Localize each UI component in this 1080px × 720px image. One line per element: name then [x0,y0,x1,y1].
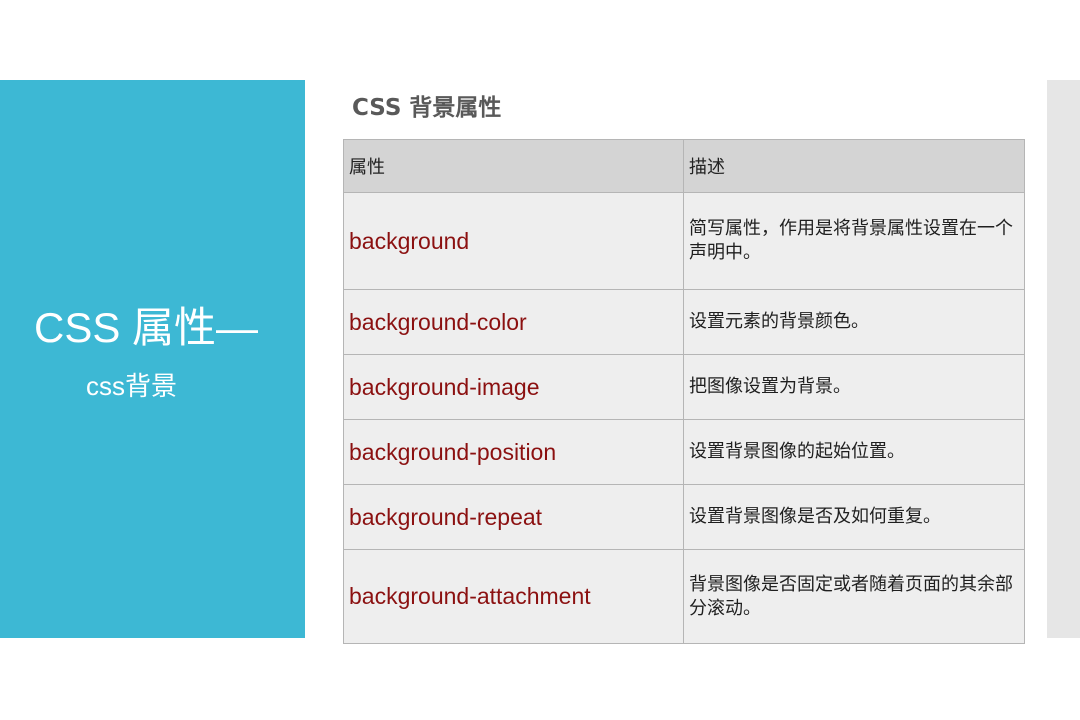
table-header-row: 属性 描述 [343,139,1025,193]
section-subtitle: css背景 [86,371,178,401]
property-name: background-repeat [343,484,684,550]
table-row: background 简写属性，作用是将背景属性设置在一个声明中。 [343,192,1025,290]
property-description: 简写属性，作用是将背景属性设置在一个声明中。 [683,192,1025,290]
property-description: 设置背景图像的起始位置。 [683,419,1025,485]
slide: CSS 属性— css背景 CSS 背景属性 属性 描述 background … [0,0,1080,720]
property-name: background [343,192,684,290]
section-title: CSS 属性— [34,304,259,351]
table-heading: CSS 背景属性 [352,95,502,121]
property-description: 设置元素的背景颜色。 [683,289,1025,355]
table-row: background-position 设置背景图像的起始位置。 [343,419,1025,485]
section-panel [0,80,305,638]
property-name: background-color [343,289,684,355]
property-description: 把图像设置为背景。 [683,354,1025,420]
property-description: 背景图像是否固定或者随着页面的其余部分滚动。 [683,549,1025,644]
table-row: background-repeat 设置背景图像是否及如何重复。 [343,484,1025,550]
header-description: 描述 [683,139,1025,193]
table-row: background-attachment 背景图像是否固定或者随着页面的其余部… [343,549,1025,644]
property-name: background-attachment [343,549,684,644]
header-property: 属性 [343,139,684,193]
table-row: background-image 把图像设置为背景。 [343,354,1025,420]
table-row: background-color 设置元素的背景颜色。 [343,289,1025,355]
property-name: background-position [343,419,684,485]
properties-table: 属性 描述 background 简写属性，作用是将背景属性设置在一个声明中。 … [343,139,1025,644]
property-name: background-image [343,354,684,420]
side-strip [1047,80,1080,638]
property-description: 设置背景图像是否及如何重复。 [683,484,1025,550]
